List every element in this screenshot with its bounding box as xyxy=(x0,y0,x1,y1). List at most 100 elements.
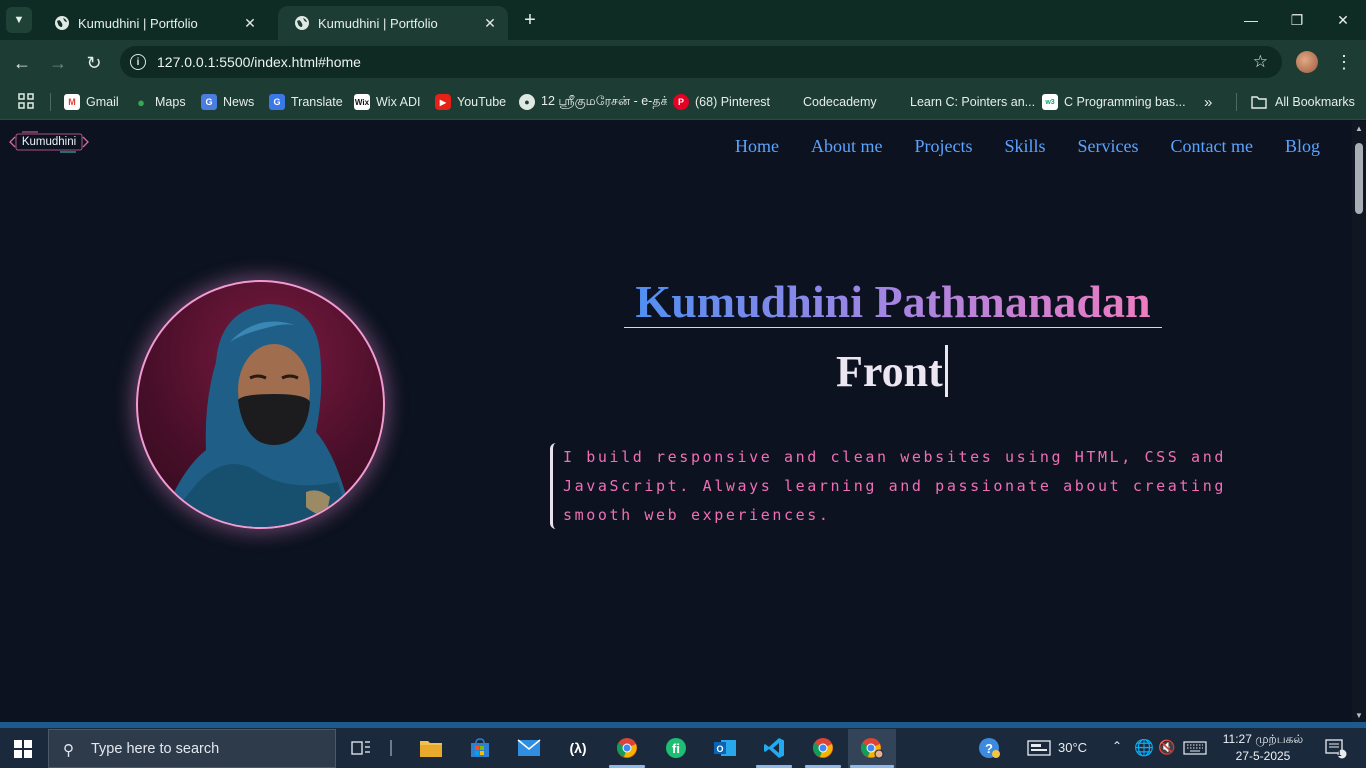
minimize-button[interactable]: — xyxy=(1228,0,1274,40)
reload-button[interactable]: ↻ xyxy=(80,49,108,77)
chevron-double-right-icon: » xyxy=(1204,93,1213,111)
bookmark-news[interactable]: G News xyxy=(201,92,254,112)
svg-text:fi: fi xyxy=(672,741,680,756)
site-logo[interactable]: Kumudhini xyxy=(8,131,90,153)
chrome-icon[interactable] xyxy=(612,733,642,763)
tab-strip: ▼ Kumudhini | Portfolio ✕ Kumudhini | Po… xyxy=(0,0,1366,40)
nav-skills[interactable]: Skills xyxy=(1004,136,1045,157)
notification-center-icon[interactable]: 1 xyxy=(1320,733,1350,763)
tab-title: Kumudhini | Portfolio xyxy=(318,15,438,31)
bookmark-translate[interactable]: G Translate xyxy=(269,92,343,112)
chevron-up-icon[interactable]: ⌃ xyxy=(1112,739,1122,753)
freecodecamp-icon[interactable]: (λ) xyxy=(563,733,593,763)
new-tab-button[interactable]: + xyxy=(518,9,542,33)
intro-line: I build responsive and clean websites us… xyxy=(563,448,1226,466)
chrome-icon[interactable] xyxy=(808,733,838,763)
back-button[interactable]: ← xyxy=(8,49,36,77)
youtube-icon: ▶ xyxy=(435,94,451,110)
weather-icon[interactable] xyxy=(1024,733,1054,763)
fiverr-icon[interactable]: fi xyxy=(661,733,691,763)
bookmark-maps[interactable]: ● Maps xyxy=(133,92,186,112)
forward-button[interactable]: → xyxy=(44,49,72,77)
outlook-icon[interactable]: O xyxy=(710,733,740,763)
microsoft-store-icon[interactable] xyxy=(465,733,495,763)
bookmark-codecademy[interactable]: Codecademy xyxy=(781,92,877,112)
bookmark-label: Maps xyxy=(155,95,186,109)
file-explorer-icon[interactable] xyxy=(416,733,446,763)
bookmark-c-programming[interactable]: w3 C Programming bas... xyxy=(1042,92,1186,112)
svg-text:?: ? xyxy=(985,741,993,756)
vscode-icon[interactable] xyxy=(759,733,789,763)
bookmark-learn-c[interactable]: Learn C: Pointers an... xyxy=(888,92,1035,112)
address-bar[interactable]: i 127.0.0.1:5500/index.html#home ☆ xyxy=(120,46,1282,78)
mail-icon[interactable] xyxy=(514,733,544,763)
intro-line: JavaScript. Always learning and passiona… xyxy=(563,477,1226,495)
close-icon[interactable]: ✕ xyxy=(242,15,258,31)
menu-icon[interactable]: ⋮ xyxy=(1334,50,1354,74)
arrow-left-icon: ← xyxy=(13,52,31,73)
bookmark-tamil-page[interactable]: ● 12 ஸ்ரீகுமரேசன் - e-தக்... xyxy=(519,92,667,112)
bookmark-label: All Bookmarks xyxy=(1275,95,1355,109)
task-view-icon[interactable] xyxy=(346,733,376,763)
scroll-up-arrow-icon[interactable]: ▲ xyxy=(1352,124,1366,134)
nav-blog[interactable]: Blog xyxy=(1285,136,1320,157)
clock-date: 27-5-2025 xyxy=(1235,749,1291,763)
url-text[interactable]: 127.0.0.1:5500/index.html#home xyxy=(157,54,361,70)
star-icon[interactable]: ☆ xyxy=(1253,52,1268,72)
bookmark-label: C Programming bas... xyxy=(1064,95,1186,109)
taskbar-clock[interactable]: 11:27 முற்பகல் 27-5-2025 xyxy=(1210,731,1316,765)
typing-caret xyxy=(945,345,948,397)
person-illustration xyxy=(159,304,353,527)
windows-start-icon[interactable] xyxy=(14,740,32,758)
gmail-icon: M xyxy=(64,94,80,110)
search-icon: ⚲ xyxy=(63,741,74,759)
arrow-right-icon: → xyxy=(49,52,67,73)
w3schools-icon: w3 xyxy=(1042,94,1058,110)
page-scrollbar[interactable]: ▲ ▼ xyxy=(1352,121,1366,722)
scroll-down-arrow-icon[interactable]: ▼ xyxy=(1352,711,1366,721)
taskbar-divider xyxy=(390,740,392,756)
more-bookmarks-button[interactable]: » xyxy=(1204,92,1212,112)
globe-icon xyxy=(55,16,69,30)
nav-projects[interactable]: Projects xyxy=(914,136,972,157)
tab-search-button[interactable]: ▼ xyxy=(6,7,32,33)
svg-text:O: O xyxy=(716,744,723,754)
all-bookmarks-button[interactable]: All Bookmarks xyxy=(1251,92,1355,112)
language-globe-icon[interactable]: 🌐 xyxy=(1129,733,1159,763)
chevron-down-icon: ▼ xyxy=(13,14,25,26)
globe-icon xyxy=(295,16,309,30)
bookmark-gmail[interactable]: M Gmail xyxy=(64,92,119,112)
help-icon[interactable]: ? xyxy=(974,733,1004,763)
scroll-thumb[interactable] xyxy=(1355,143,1363,214)
nav-contact[interactable]: Contact me xyxy=(1171,136,1253,157)
notification-count: 1 xyxy=(1336,748,1342,758)
chrome-profile-icon[interactable] xyxy=(857,733,887,763)
profile-avatar[interactable] xyxy=(1296,51,1318,73)
close-window-button[interactable]: ✕ xyxy=(1320,0,1366,40)
tab-portfolio-2[interactable]: Kumudhini | Portfolio ✕ xyxy=(278,6,508,40)
restore-button[interactable]: ❐ xyxy=(1274,0,1320,40)
apps-grid-icon[interactable] xyxy=(18,93,34,109)
taskbar-search-box[interactable]: ⚲ Type here to search xyxy=(48,729,336,768)
bookmark-pinterest[interactable]: P (68) Pinterest xyxy=(673,92,770,112)
folder-icon xyxy=(1251,96,1267,109)
nav-services[interactable]: Services xyxy=(1078,136,1139,157)
weather-temperature[interactable]: 30°C xyxy=(1058,740,1087,755)
keyboard-icon[interactable] xyxy=(1180,733,1210,763)
logo-text: Kumudhini xyxy=(21,136,77,148)
nav-about[interactable]: About me xyxy=(811,136,883,157)
codecademy-icon xyxy=(888,94,904,110)
close-icon[interactable]: ✕ xyxy=(482,15,498,31)
bookmark-youtube[interactable]: ▶ YouTube xyxy=(435,92,506,112)
bookmark-label: News xyxy=(223,95,255,109)
nav-home[interactable]: Home xyxy=(735,136,779,157)
bookmark-label: YouTube xyxy=(457,95,507,109)
pinterest-icon: P xyxy=(673,94,689,110)
bookmark-wix[interactable]: Wix Wix ADI xyxy=(354,92,420,112)
hero-name: Kumudhini Pathmanadan xyxy=(624,277,1162,329)
bookmark-label: Codecademy xyxy=(803,95,877,109)
speaker-muted-icon[interactable]: 🔇 xyxy=(1158,739,1175,756)
site-nav: Home About me Projects Skills Services C… xyxy=(735,136,1320,157)
site-info-icon[interactable]: i xyxy=(130,54,146,70)
tab-portfolio-1[interactable]: Kumudhini | Portfolio ✕ xyxy=(38,6,268,40)
